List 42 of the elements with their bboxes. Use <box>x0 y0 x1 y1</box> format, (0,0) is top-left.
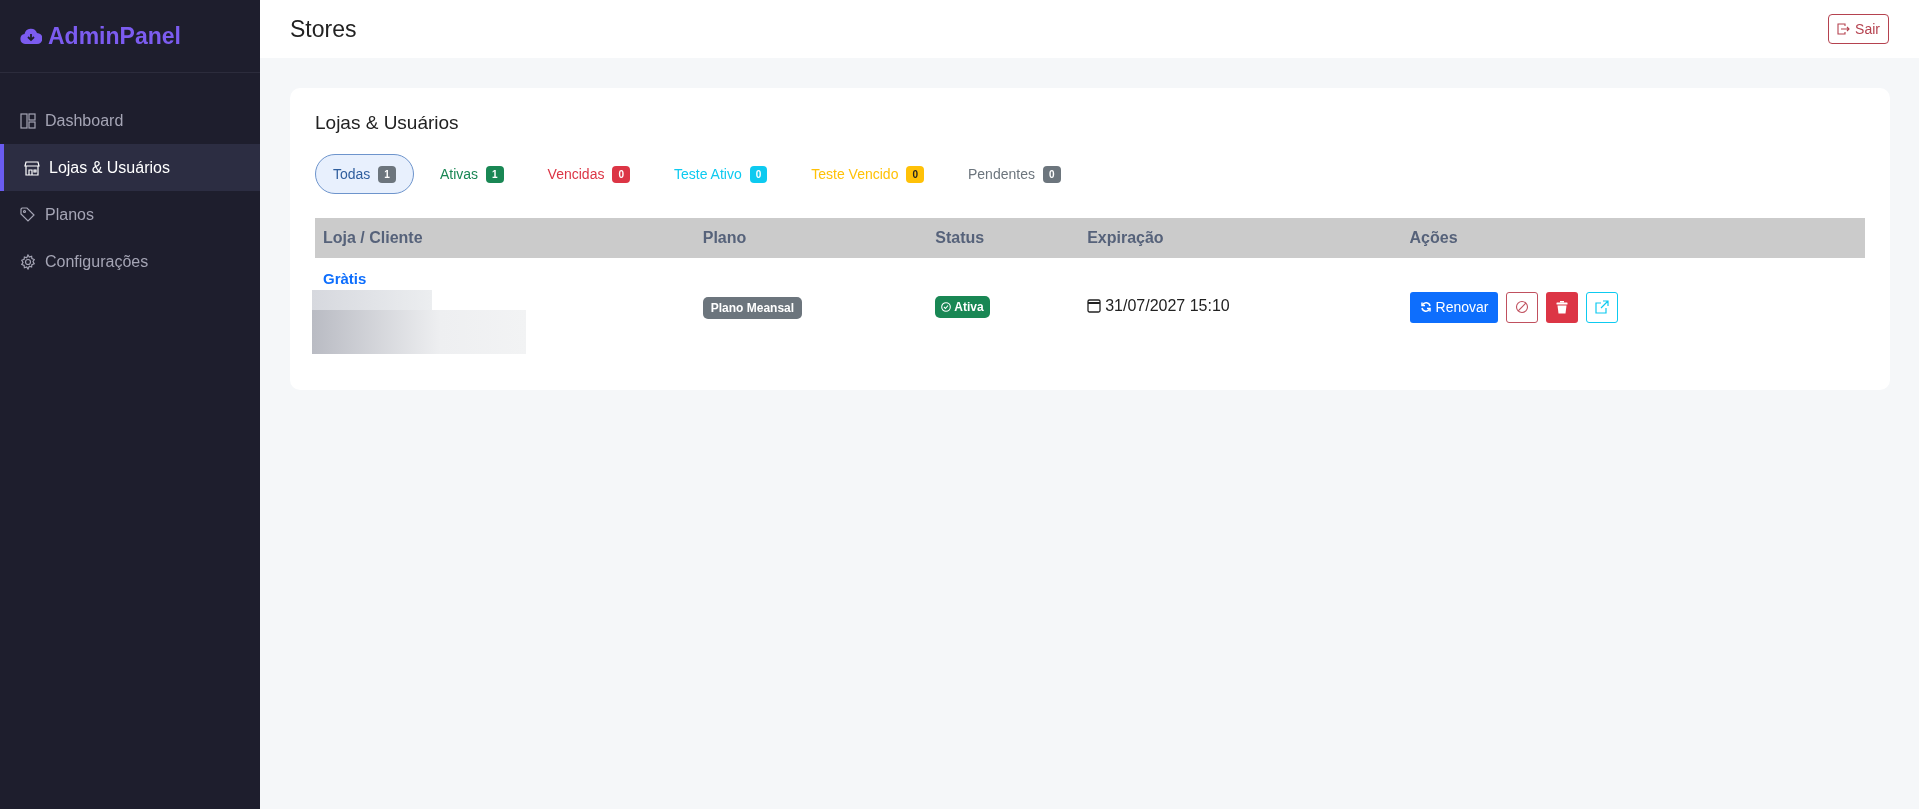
count-badge: 1 <box>486 165 504 183</box>
column-header: Ações <box>1401 218 1865 258</box>
shop-icon <box>24 159 40 176</box>
plan-badge: Plano Meansal <box>702 297 803 319</box>
dashboard-icon <box>20 112 36 129</box>
logout-button[interactable]: Sair <box>1828 14 1889 44</box>
filter-tab[interactable]: Todas 1 <box>315 154 414 194</box>
external-link-icon <box>1595 300 1610 314</box>
column-header: Expiração <box>1079 218 1402 258</box>
block-button[interactable] <box>1506 291 1539 323</box>
expiration-date: 31/07/2027 15:10 <box>1105 296 1230 315</box>
sidebar-item[interactable]: Planos <box>0 191 260 238</box>
column-header: Plano <box>694 218 928 258</box>
store-name[interactable]: Gràtis <box>323 270 367 287</box>
status-badge: Ativa <box>935 296 990 318</box>
sidebar-item[interactable]: Dashboard <box>0 97 260 144</box>
filter-tab[interactable]: Ativas 1 <box>421 154 522 194</box>
brand-name: AdminPanel <box>48 22 181 50</box>
filter-tab[interactable]: Pendentes 0 <box>950 154 1079 194</box>
cloud-download-icon <box>20 27 42 45</box>
count-badge: 1 <box>378 165 396 183</box>
refresh-icon <box>1419 301 1432 313</box>
card-title: Lojas & Usuários <box>315 112 460 134</box>
column-header: Status <box>927 218 1080 258</box>
sidebar-item[interactable]: Configurações <box>0 238 260 285</box>
column-header: Loja / Cliente <box>315 218 695 258</box>
calendar-icon <box>1087 298 1102 314</box>
filter-tab[interactable]: Vencidas 0 <box>529 154 648 194</box>
count-badge: 0 <box>612 165 630 183</box>
tag-icon <box>20 206 36 223</box>
trash-icon <box>1556 300 1569 314</box>
settings-icon <box>20 253 36 270</box>
count-badge: 0 <box>749 165 768 183</box>
logout-icon <box>1837 23 1852 35</box>
renew-button[interactable]: Renovar <box>1409 291 1499 323</box>
filter-tab[interactable]: Teste Vencido 0 <box>793 154 942 194</box>
count-badge: 0 <box>906 165 924 183</box>
ban-icon <box>1515 300 1530 314</box>
page-title: Stores <box>290 15 357 43</box>
delete-button[interactable] <box>1546 291 1579 323</box>
count-badge: 0 <box>1042 165 1061 183</box>
sidebar-item[interactable]: Lojas & Usuários <box>0 144 260 191</box>
